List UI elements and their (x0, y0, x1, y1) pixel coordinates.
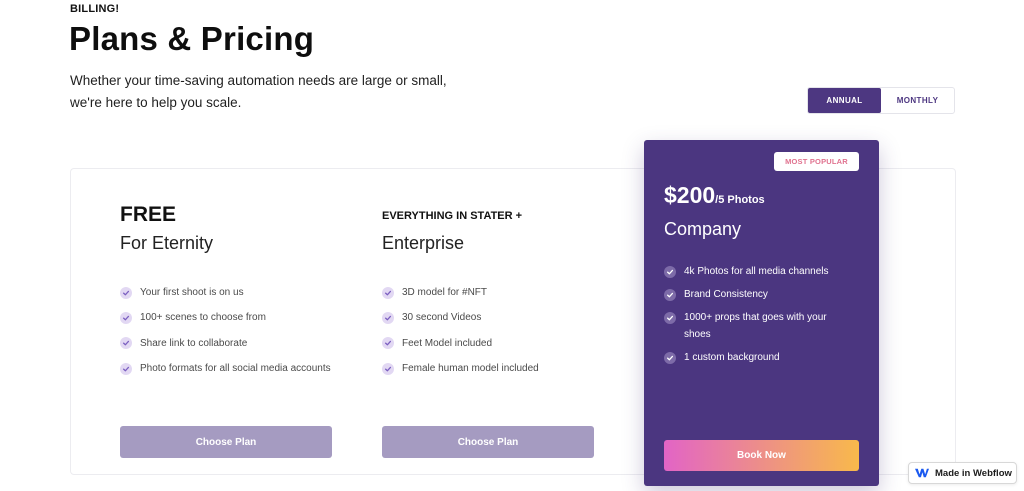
check-icon (664, 289, 676, 301)
webflow-label: Made in Webflow (935, 467, 1012, 479)
choose-plan-button[interactable]: Choose Plan (120, 426, 332, 458)
check-icon (382, 337, 394, 350)
feature-text: Photo formats for all social media accou… (140, 363, 331, 375)
plan-company-featured: MOST POPULAR $200/5 Photos Company 4k Ph… (644, 140, 879, 486)
list-item: 1000+ props that goes with your shoes (664, 310, 854, 343)
check-icon (120, 362, 132, 375)
subtitle-line-1: Whether your time-saving automation need… (70, 73, 447, 88)
choose-plan-button[interactable]: Choose Plan (382, 426, 594, 458)
price-line: $200/5 Photos (664, 182, 765, 209)
feature-text: 30 second Videos (402, 312, 482, 324)
most-popular-badge: MOST POPULAR (774, 152, 859, 171)
check-icon (664, 351, 676, 364)
feature-text: 3D model for #NFT (402, 287, 488, 299)
check-icon (120, 337, 132, 350)
plan-tagline: Enterprise (382, 233, 465, 253)
list-item: 3D model for #NFT (382, 280, 622, 305)
feature-list: 4k Photos for all media channels Brand C… (664, 264, 854, 373)
check-icon (120, 286, 132, 299)
check-icon (382, 286, 394, 299)
price: $200 (664, 182, 716, 208)
list-item: Photo formats for all social media accou… (120, 356, 360, 381)
feature-list: 3D model for #NFT 30 second Videos Feet … (382, 280, 622, 381)
feature-list: Your first shoot is on us 100+ scenes to… (120, 280, 360, 381)
feature-text: 4k Photos for all media channels (684, 266, 829, 277)
billing-toggle: ANNUAL MONTHLY (807, 87, 955, 114)
list-item: Female human model included (382, 356, 622, 381)
toggle-monthly[interactable]: MONTHLY (881, 88, 954, 113)
made-in-webflow-badge[interactable]: Made in Webflow (908, 462, 1017, 484)
eyebrow-label: BILLING! (70, 3, 120, 15)
book-now-button[interactable]: Book Now (664, 440, 859, 471)
feature-text: Female human model included (402, 363, 539, 375)
plan-name: Company (664, 219, 742, 239)
check-icon (664, 266, 676, 278)
feature-text: Your first shoot is on us (140, 287, 244, 299)
feature-text: 1000+ props that goes with your shoes (684, 312, 827, 340)
check-icon (120, 311, 132, 324)
subtitle-line-2: we're here to help you scale. (70, 95, 242, 110)
list-item: Brand Consistency (664, 287, 854, 304)
plan-name: EVERYTHING IN STATER + (382, 210, 523, 222)
feature-text: 1 custom background (684, 351, 780, 363)
list-item: 100+ scenes to choose from (120, 305, 360, 330)
check-icon (664, 312, 676, 324)
plan-name: FREE (120, 203, 177, 226)
list-item: 30 second Videos (382, 305, 622, 330)
list-item: 4k Photos for all media channels (664, 264, 854, 281)
webflow-icon (915, 468, 929, 478)
page-subtitle: Whether your time-saving automation need… (70, 70, 490, 114)
plan-tagline: For Eternity (120, 233, 214, 253)
feature-text: Brand Consistency (684, 289, 768, 300)
feature-text: 100+ scenes to choose from (140, 312, 266, 324)
feature-text: Share link to collaborate (140, 337, 248, 349)
check-icon (382, 311, 394, 324)
list-item: Feet Model included (382, 331, 622, 356)
check-icon (382, 362, 394, 375)
list-item: Your first shoot is on us (120, 280, 360, 305)
list-item: Share link to collaborate (120, 331, 360, 356)
list-item: 1 custom background (664, 350, 854, 367)
feature-text: Feet Model included (402, 337, 493, 349)
price-unit: /5 Photos (715, 194, 765, 206)
page-title: Plans & Pricing (69, 20, 315, 57)
toggle-annual[interactable]: ANNUAL (808, 88, 881, 113)
